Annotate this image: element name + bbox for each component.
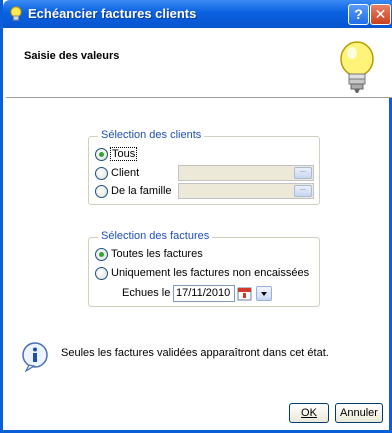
client-picker-button[interactable]: ...: [294, 167, 312, 179]
date-dropdown-button[interactable]: [256, 286, 272, 301]
radio-button[interactable]: [95, 147, 108, 161]
radio-client[interactable]: Client: [95, 165, 139, 181]
ok-button[interactable]: OK: [289, 403, 329, 423]
radio-tous[interactable]: Tous: [95, 146, 138, 162]
radio-button[interactable]: [95, 247, 108, 261]
clients-group-legend: Sélection des clients: [98, 129, 205, 141]
client-field[interactable]: ...: [178, 165, 314, 181]
dialog-header: Saisie des valeurs: [6, 28, 392, 98]
lightbulb-icon: [10, 6, 22, 21]
radio-button[interactable]: [95, 166, 108, 180]
due-date-label: Echues le: [122, 287, 171, 299]
radio-famille[interactable]: De la famille: [95, 183, 172, 199]
close-button[interactable]: ✕: [370, 4, 391, 25]
radio-label: Client: [111, 167, 140, 179]
famille-field[interactable]: ...: [178, 183, 314, 199]
info-icon: [22, 342, 48, 372]
factures-group-legend: Sélection des factures: [98, 230, 213, 242]
title-bar[interactable]: Echéancier factures clients ? ✕: [3, 0, 392, 28]
dialog-window: Echéancier factures clients ? ✕ Saisie d…: [0, 0, 392, 433]
calendar-icon[interactable]: [237, 286, 252, 301]
radio-label: Tous: [109, 147, 138, 161]
radio-button[interactable]: [95, 266, 108, 280]
ok-button-label: OK: [301, 407, 317, 419]
radio-toutes-factures[interactable]: Toutes les factures: [95, 246, 203, 262]
famille-picker-button[interactable]: ...: [294, 185, 312, 197]
due-date-input[interactable]: 17/11/2010: [173, 285, 235, 302]
cancel-button-label: Annuler: [340, 407, 378, 419]
window-title: Echéancier factures clients: [28, 6, 197, 21]
header-title: Saisie des valeurs: [24, 50, 120, 62]
radio-button[interactable]: [95, 184, 108, 198]
radio-non-encaissees[interactable]: Uniquement les factures non encaissées: [95, 265, 309, 281]
lightbulb-icon: [340, 41, 374, 93]
radio-label: Toutes les factures: [111, 248, 203, 260]
radio-label: Uniquement les factures non encaissées: [111, 267, 310, 279]
help-button[interactable]: ?: [348, 4, 369, 25]
radio-label: De la famille: [111, 185, 172, 197]
cancel-button[interactable]: Annuler: [335, 403, 383, 423]
info-message: Seules les factures validées apparaîtron…: [61, 347, 329, 359]
